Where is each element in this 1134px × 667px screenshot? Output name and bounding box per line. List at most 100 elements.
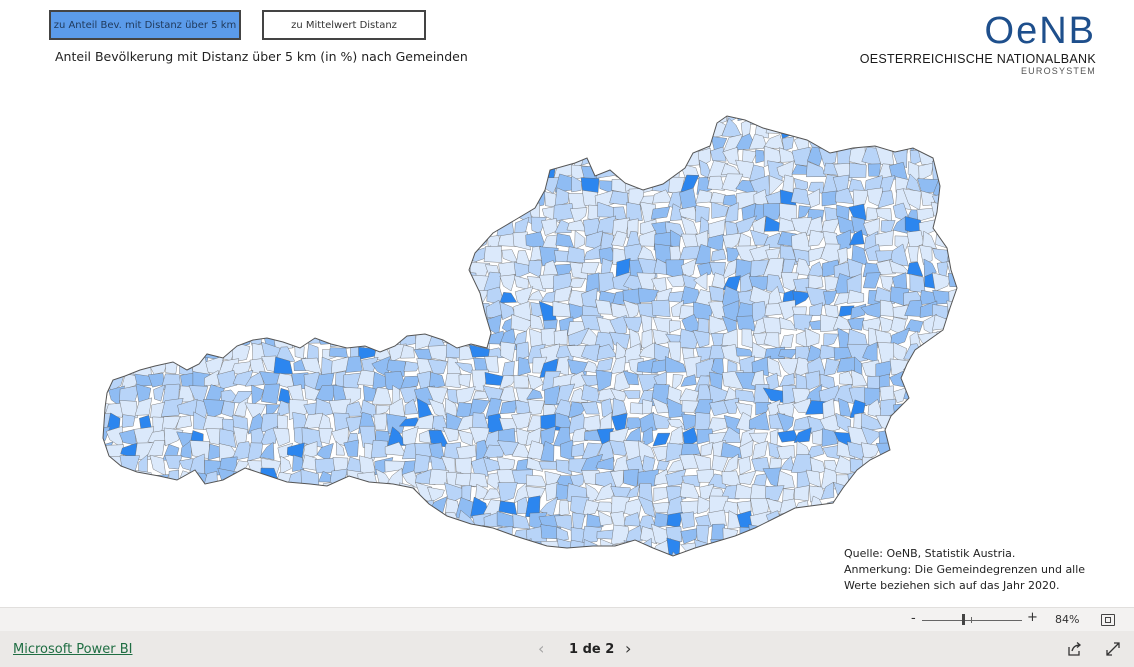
municipality[interactable]	[838, 136, 850, 149]
municipality[interactable]	[161, 293, 180, 305]
municipality[interactable]	[804, 540, 827, 556]
municipality[interactable]	[318, 190, 335, 211]
municipality[interactable]	[164, 455, 183, 470]
municipality[interactable]	[163, 108, 177, 124]
municipality[interactable]	[349, 164, 360, 180]
municipality[interactable]	[274, 484, 295, 502]
municipality[interactable]	[178, 187, 195, 211]
municipality[interactable]	[244, 221, 261, 238]
municipality[interactable]	[501, 138, 515, 151]
municipality[interactable]	[148, 483, 170, 501]
municipality[interactable]	[398, 509, 421, 531]
municipality[interactable]	[134, 162, 153, 182]
municipality[interactable]	[133, 314, 155, 335]
municipality[interactable]	[178, 285, 196, 304]
municipality[interactable]	[193, 218, 210, 233]
municipality[interactable]	[951, 524, 965, 542]
municipality[interactable]	[328, 525, 351, 547]
municipality[interactable]	[108, 191, 128, 209]
municipality[interactable]	[471, 148, 491, 169]
municipality[interactable]	[259, 497, 276, 519]
municipality[interactable]	[470, 118, 487, 135]
municipality[interactable]	[458, 373, 472, 388]
municipality[interactable]	[174, 160, 194, 183]
municipality[interactable]	[443, 164, 459, 178]
municipality[interactable]	[530, 558, 547, 568]
municipality[interactable]	[501, 207, 519, 225]
municipality[interactable]	[307, 286, 322, 306]
municipality[interactable]	[303, 175, 324, 196]
municipality[interactable]	[415, 272, 435, 295]
municipality[interactable]	[373, 191, 391, 209]
municipality[interactable]	[177, 300, 195, 317]
municipality[interactable]	[149, 513, 164, 532]
municipality[interactable]	[260, 481, 279, 501]
municipality[interactable]	[903, 385, 925, 402]
municipality[interactable]	[373, 244, 393, 261]
municipality[interactable]	[890, 525, 907, 546]
municipality[interactable]	[581, 287, 598, 308]
municipality[interactable]	[166, 524, 177, 541]
municipality[interactable]	[165, 346, 178, 363]
municipality[interactable]	[95, 528, 113, 545]
municipality[interactable]	[461, 189, 476, 208]
municipality[interactable]	[132, 329, 156, 347]
municipality[interactable]	[331, 108, 348, 125]
municipality[interactable]	[346, 289, 366, 306]
municipality[interactable]	[624, 117, 643, 136]
municipality[interactable]	[232, 236, 253, 252]
municipality[interactable]	[930, 369, 954, 389]
municipality[interactable]	[347, 215, 360, 237]
municipality[interactable]	[97, 342, 113, 359]
municipality[interactable]	[260, 124, 278, 137]
municipality[interactable]	[595, 357, 614, 372]
municipality[interactable]	[638, 119, 657, 138]
municipality[interactable]	[149, 145, 169, 166]
municipality[interactable]	[415, 315, 435, 337]
municipality[interactable]	[176, 528, 194, 546]
municipality[interactable]	[319, 498, 337, 513]
municipality[interactable]	[105, 348, 127, 362]
municipality[interactable]	[300, 496, 324, 518]
municipality[interactable]	[357, 234, 377, 251]
municipality[interactable]	[330, 510, 348, 532]
municipality[interactable]	[180, 512, 195, 532]
municipality[interactable]	[867, 511, 882, 528]
municipality[interactable]	[221, 316, 238, 334]
municipality[interactable]	[413, 233, 432, 251]
municipality[interactable]	[920, 526, 935, 545]
municipality[interactable]	[300, 272, 320, 293]
municipality[interactable]	[963, 195, 965, 203]
municipality[interactable]	[250, 189, 265, 205]
municipality[interactable]	[278, 215, 291, 238]
municipality[interactable]	[245, 271, 263, 295]
municipality[interactable]	[331, 220, 346, 234]
municipality[interactable]	[962, 372, 965, 392]
municipality[interactable]	[500, 341, 516, 363]
municipality[interactable]	[274, 148, 291, 168]
municipality[interactable]	[599, 153, 610, 167]
municipality[interactable]	[275, 555, 295, 568]
municipality[interactable]	[945, 429, 963, 449]
municipality[interactable]	[191, 146, 209, 167]
municipality[interactable]	[907, 513, 920, 532]
municipality[interactable]	[398, 245, 420, 265]
municipality[interactable]	[501, 360, 515, 378]
municipality[interactable]	[252, 482, 266, 501]
municipality[interactable]	[193, 498, 207, 513]
municipality[interactable]	[121, 286, 136, 301]
municipality[interactable]	[623, 468, 640, 488]
municipality[interactable]	[499, 399, 519, 415]
municipality[interactable]	[218, 300, 236, 319]
municipality[interactable]	[540, 540, 561, 560]
municipality[interactable]	[917, 426, 938, 446]
municipality[interactable]	[387, 289, 408, 305]
municipality[interactable]	[194, 485, 208, 499]
municipality[interactable]	[496, 216, 515, 237]
municipality[interactable]	[231, 290, 251, 306]
municipality[interactable]	[329, 246, 349, 265]
municipality[interactable]	[291, 502, 310, 517]
municipality[interactable]	[609, 190, 629, 206]
municipality[interactable]	[290, 202, 304, 221]
municipality[interactable]	[442, 557, 461, 569]
